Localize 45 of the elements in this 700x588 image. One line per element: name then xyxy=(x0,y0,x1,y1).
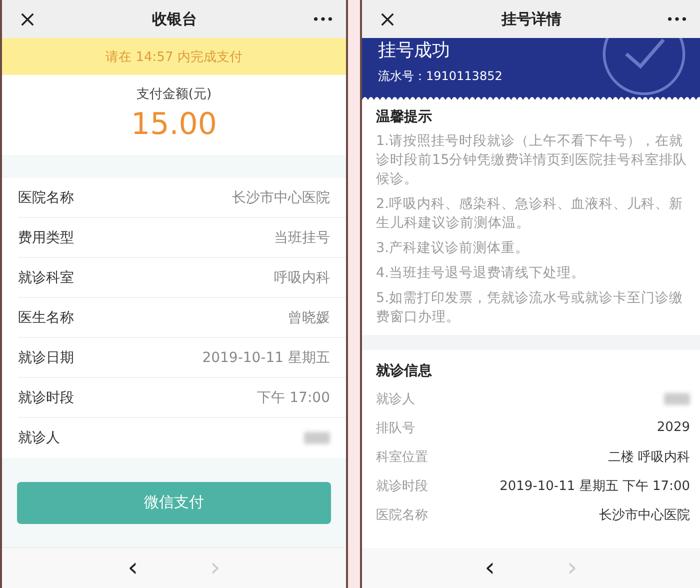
close-icon[interactable] xyxy=(20,12,35,26)
field-label: 就诊日期 xyxy=(18,348,74,366)
blurred-name xyxy=(664,392,690,404)
more-icon[interactable] xyxy=(668,17,686,21)
field-label: 就诊人 xyxy=(18,429,60,447)
field-value: 2029 xyxy=(656,420,690,435)
section-title: 就诊信息 xyxy=(376,362,433,380)
blurred-name xyxy=(304,432,330,444)
page-title: 收银台 xyxy=(152,10,197,28)
wechat-pay-button[interactable]: 微信支付 xyxy=(17,482,331,524)
more-icon[interactable] xyxy=(314,17,332,21)
tip-text: 4.当班挂号退号退费请线下处理。 xyxy=(376,264,586,283)
field-label: 就诊时段 xyxy=(376,478,428,494)
field-value: 呼吸内科 xyxy=(274,268,330,286)
section-title: 温馨提示 xyxy=(376,108,433,126)
field-label: 就诊科室 xyxy=(18,268,74,286)
tip-text: 2.呼吸内科、感染科、急诊科、血液科、儿科、新生儿科建议诊前测体温。 xyxy=(376,195,684,233)
amount-value: 15.00 xyxy=(131,107,217,142)
field-value: 长沙市中心医院 xyxy=(599,506,690,524)
field-label: 排队号 xyxy=(376,420,415,436)
field-label: 就诊人 xyxy=(376,390,415,408)
field-value: 当班挂号 xyxy=(274,228,330,246)
page-title: 挂号详情 xyxy=(502,10,562,28)
back-button[interactable]: ‹ xyxy=(478,555,501,581)
field-label: 医院名称 xyxy=(18,188,74,206)
close-icon[interactable] xyxy=(380,12,395,26)
field-value: 2019-10-11 星期五 下午 17:00 xyxy=(500,478,690,494)
field-value: 长沙市中心医院 xyxy=(232,188,330,206)
status-text: 挂号成功 xyxy=(378,39,451,62)
field-label: 医生名称 xyxy=(18,308,74,326)
field-value: 曾晓媛 xyxy=(288,308,330,326)
countdown-text: 请在 14:57 内完成支付 xyxy=(106,48,242,66)
tip-text: 5.如需打印发票，凭就诊流水号或就诊卡至门诊缴费窗口办理。 xyxy=(376,289,684,327)
amount-label: 支付金额(元) xyxy=(136,86,212,103)
back-button[interactable]: ‹ xyxy=(122,555,144,581)
tip-text: 1.请按照挂号时段就诊（上午不看下午号），在就诊时段前15分钟凭缴费详情页到医院挂号科室排队候诊。 xyxy=(376,132,688,189)
field-value: 二楼 呼吸内科 xyxy=(608,448,690,466)
field-label: 就诊时段 xyxy=(18,388,74,406)
field-label: 科室位置 xyxy=(376,448,428,466)
field-label: 费用类型 xyxy=(18,228,74,246)
field-label: 医院名称 xyxy=(376,506,428,524)
serial-number: 流水号：1910113852 xyxy=(378,68,504,85)
tip-text: 3.产科建议诊前测体重。 xyxy=(376,239,530,258)
field-value: 2019-10-11 星期五 xyxy=(202,348,330,366)
field-value: 下午 17:00 xyxy=(257,388,330,406)
